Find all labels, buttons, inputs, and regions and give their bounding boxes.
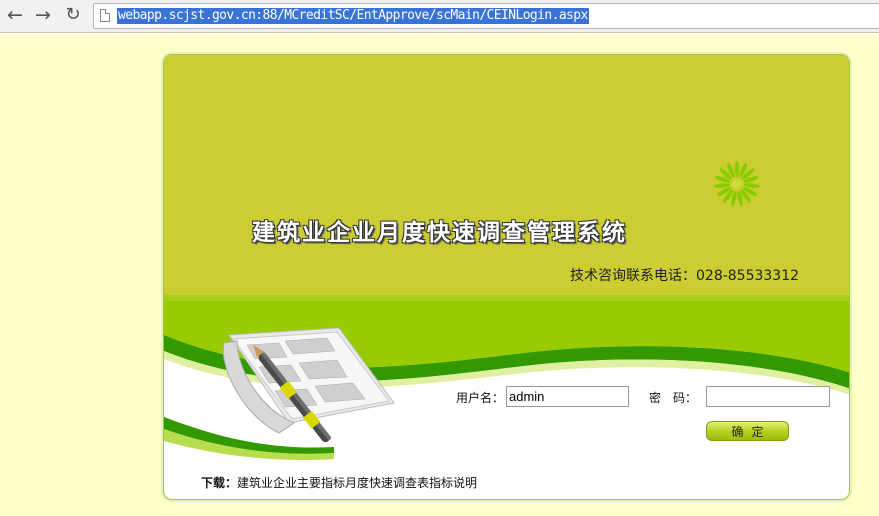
password-input[interactable]	[706, 386, 830, 407]
back-arrow-icon[interactable]: ←	[4, 4, 26, 26]
page-icon	[100, 9, 110, 22]
support-hotline: 技术咨询联系电话：028-85533312	[570, 265, 799, 285]
url-text[interactable]: webapp.scjst.gov.cn:88/MCreditSC/EntAppr…	[117, 8, 589, 24]
username-label: 用户名：	[456, 391, 505, 405]
submit-button[interactable]: 确定	[706, 421, 789, 441]
username-input[interactable]	[506, 386, 629, 407]
book-and-pen-icon	[222, 327, 395, 443]
system-title: 建筑业企业月度快速调查管理系统	[252, 219, 627, 246]
hotline-label: 技术咨询联系电话：	[570, 268, 696, 284]
address-bar[interactable]: webapp.scjst.gov.cn:88/MCreditSC/EntAppr…	[93, 3, 879, 29]
download-label: 下载：	[201, 476, 238, 490]
forward-arrow-icon[interactable]: →	[32, 4, 54, 26]
hotline-number: 028-85533312	[696, 268, 800, 284]
browser-toolbar: ← → ↻ webapp.scjst.gov.cn:88/MCreditSC/E…	[0, 0, 879, 33]
login-panel: 建筑业企业月度快速调查管理系统 技术咨询联系电话：028-85533312 用户…	[163, 54, 850, 500]
reload-icon[interactable]: ↻	[62, 4, 84, 26]
download-row: 下载：建筑业企业主要指标月度快速调查表指标说明	[201, 474, 477, 491]
password-label: 密 码：	[649, 391, 698, 405]
download-link[interactable]: 建筑业企业主要指标月度快速调查表指标说明	[237, 476, 477, 490]
flower-icon	[714, 161, 760, 207]
